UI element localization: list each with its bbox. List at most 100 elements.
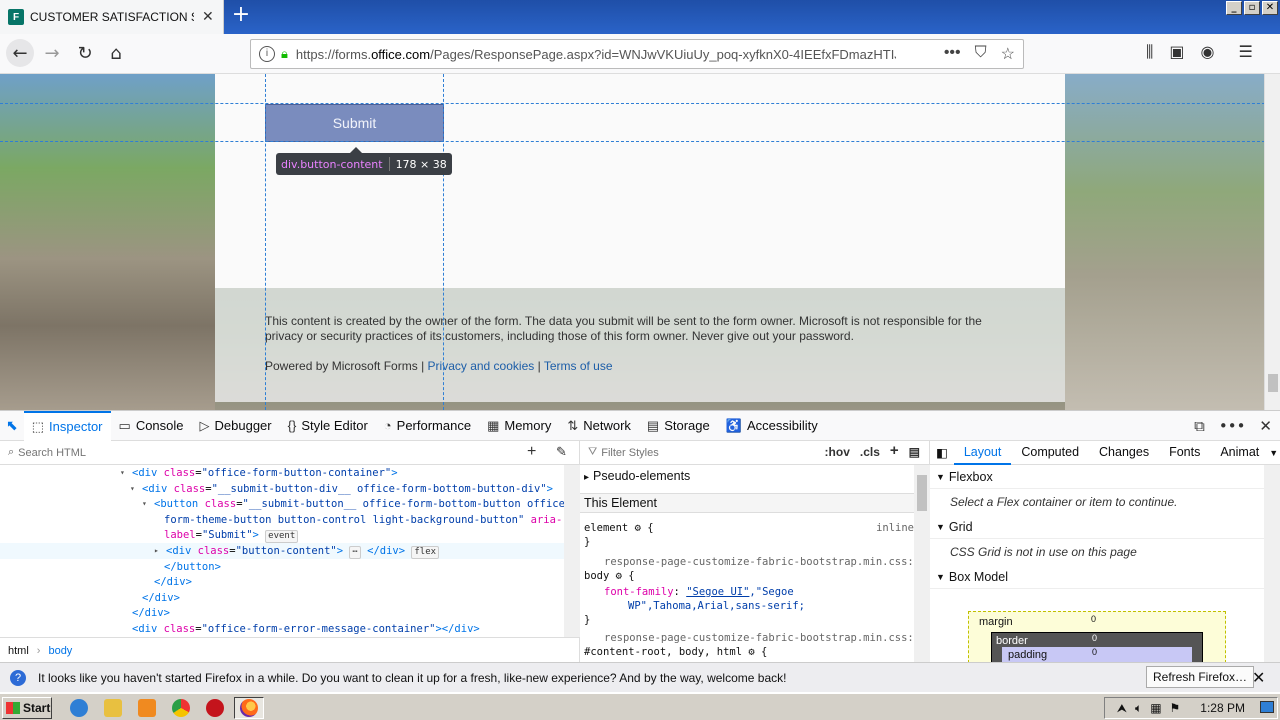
markup-node[interactable]: </div> [0,574,564,590]
class-toggle-button[interactable]: .cls [860,445,880,459]
sidebar-icon[interactable]: ▣ [1169,42,1184,62]
tab-animations[interactable]: Animat [1210,441,1269,465]
account-icon[interactable]: ◉ [1201,42,1215,62]
filter-styles-input[interactable] [601,446,802,459]
network-icon[interactable]: ▦ [1150,701,1161,715]
expand-toggle-icon[interactable]: ▾ [142,496,147,512]
tab-storage[interactable]: ▤ Storage [639,411,718,441]
clock[interactable]: 1:28 PM [1200,701,1245,715]
eyedropper-icon[interactable]: ✎ [556,444,567,460]
rule-source-link[interactable]: response-page-customize-fabric-bootstrap… [604,631,934,645]
minimize-button[interactable]: _ [1226,1,1242,15]
markup-node[interactable]: form-theme-button button-control light-b… [0,512,564,528]
markup-node[interactable]: </div> [0,605,564,621]
breadcrumb-body[interactable]: body [48,645,72,657]
ellipsis-icon[interactable]: ••• [944,44,961,64]
markup-scrollbar[interactable] [564,465,580,637]
print-media-icon[interactable]: ▤ [909,445,920,459]
media-player-icon[interactable] [138,699,156,717]
expand-toggle-icon[interactable]: ▸ [154,543,159,559]
show-desktop-icon[interactable] [1260,701,1274,713]
toggle-pane-icon[interactable]: ◧ [930,445,954,460]
url-text[interactable]: https://forms.office.com/Pages/ResponseP… [296,47,896,62]
tray-arrow-icon[interactable]: ⮝ [1117,701,1127,716]
tab-style-editor[interactable]: {} Style Editor [280,411,376,441]
border-top-value[interactable]: 0 [1092,633,1097,643]
gear-icon[interactable]: ⚙ [616,570,622,582]
devtools-close-icon[interactable]: ✕ [1259,417,1272,435]
flag-icon[interactable]: ⚑ [1170,701,1181,715]
tab-close-icon[interactable]: ✕ [202,9,214,25]
layout-scrollbar[interactable] [1264,465,1280,663]
markup-node[interactable]: <div class="office-form-error-message-co… [0,621,564,637]
back-button[interactable]: ← [6,39,34,67]
rule-element[interactable]: element ⚙ { inline [584,521,914,535]
folder-icon[interactable] [104,699,122,717]
tab-computed[interactable]: Computed [1011,441,1089,465]
volume-icon[interactable]: 🔈︎ [1135,701,1142,716]
tab-fonts[interactable]: Fonts [1159,441,1210,465]
flexbox-section-header[interactable]: ▼ Flexbox [930,465,1264,489]
submit-button[interactable]: Submit [265,104,444,142]
gear-icon[interactable]: ⚙ [748,646,754,658]
search-html-input[interactable] [18,446,399,459]
rules-scroll-thumb[interactable] [917,475,927,511]
markup-node[interactable]: </div> [0,590,564,606]
gear-icon[interactable]: ⚙ [635,522,641,534]
margin-top-value[interactable]: 0 [1091,614,1096,624]
rule-source-link[interactable]: response-page-customize-fabric-bootstrap… [604,555,934,569]
markup-node[interactable]: ▸ <div class="button-content"> ⋯ </div> f… [0,543,564,559]
markup-node[interactable]: ▾ <div class="__submit-button-div__ offic… [0,481,564,497]
markup-node[interactable]: ▾ <div class="office-form-button-containe… [0,465,564,481]
add-node-icon[interactable]: + [527,443,536,461]
dock-icon[interactable]: ⧉ [1194,417,1205,435]
forward-button[interactable]: → [38,39,66,67]
expand-toggle-icon[interactable]: ▾ [120,465,125,481]
pocket-icon[interactable]: ⛉ [975,44,987,64]
padding-top-value[interactable]: 0 [1092,647,1097,657]
bookmark-star-icon[interactable]: ☆ [1001,44,1015,64]
rules-scrollbar[interactable] [914,465,930,663]
ie-icon[interactable] [70,699,88,717]
hover-toggle-button[interactable]: :hov [825,445,850,459]
grid-section-header[interactable]: ▼ Grid [930,515,1264,539]
tab-layout[interactable]: Layout [953,441,1012,465]
rule-body[interactable]: body ⚙ { [584,569,914,583]
browser-tab[interactable]: F CUSTOMER SATISFACTION SURVE ✕ [0,0,224,34]
home-button[interactable]: ⌂ [102,39,130,67]
notification-close-icon[interactable]: ✕ [1252,668,1265,687]
maximize-button[interactable]: ▫ [1244,1,1260,15]
lock-icon[interactable]: 🔒︎ [281,46,288,62]
refresh-firefox-button[interactable]: Refresh Firefox… [1146,666,1255,688]
site-info-icon[interactable]: i [259,46,275,62]
page-scroll-thumb[interactable] [1268,374,1278,392]
declaration-font-family[interactable]: font-family: "Segoe UI","Segoe [604,585,934,599]
pseudo-elements-toggle[interactable]: ▸ Pseudo-elements [580,469,914,483]
tab-accessibility[interactable]: ♿ Accessibility [718,411,826,441]
tab-console[interactable]: ▭ Console [111,411,192,441]
devtools-menu-icon[interactable]: ••• [1219,417,1246,435]
tab-network[interactable]: ⇅ Network [559,411,639,441]
expand-toggle-icon[interactable]: ▾ [130,481,135,497]
firefox-taskbar-button[interactable] [234,697,264,719]
chevron-down-icon[interactable]: ▼ [1269,448,1278,458]
window-close-button[interactable]: ✕ [1262,1,1278,15]
tab-memory[interactable]: ▦ Memory [479,411,559,441]
markup-node[interactable]: label="Submit"> event [0,527,564,544]
url-bar[interactable]: i 🔒︎ https://forms.office.com/Pages/Resp… [250,39,1024,69]
opera-icon[interactable] [206,699,224,717]
library-icon[interactable]: ⫼ [1146,42,1153,62]
page-scrollbar[interactable] [1264,74,1280,410]
box-model-section-header[interactable]: ▼ Box Model [930,565,1264,589]
start-button[interactable]: Start [2,697,52,719]
element-picker-button[interactable]: ⬉ [0,411,24,441]
tab-debugger[interactable]: ▷ Debugger [192,411,280,441]
add-rule-button[interactable]: + [890,443,899,459]
markup-node[interactable]: ▾ <button class="__submit-button__ office… [0,496,571,512]
rule-root[interactable]: #content-root, body, html ⚙ { [584,645,914,659]
tab-performance[interactable]: ◔ Performance [376,411,479,441]
chrome-icon[interactable] [172,699,190,717]
hamburger-menu-icon[interactable]: ☰ [1238,42,1252,62]
breadcrumb-html[interactable]: html [8,645,29,657]
reload-button[interactable]: ↻ [71,39,99,67]
